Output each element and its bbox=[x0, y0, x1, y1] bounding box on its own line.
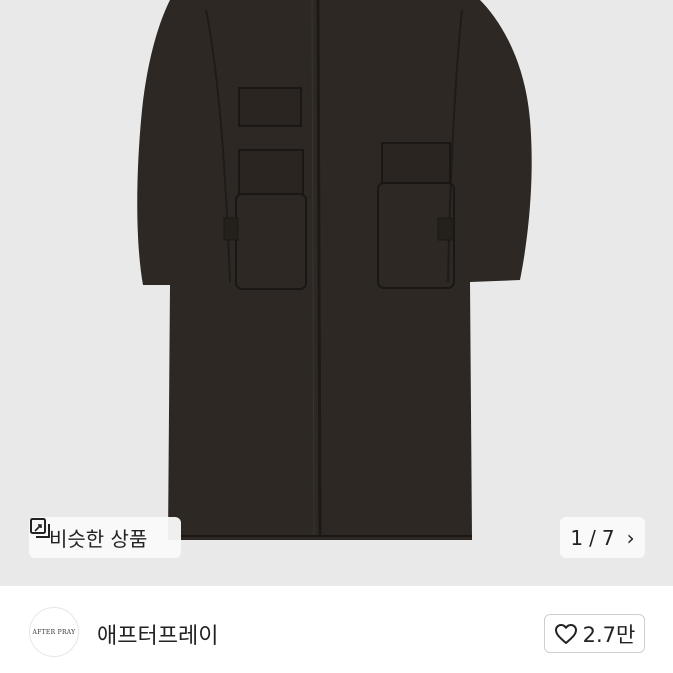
counter-separator: / bbox=[589, 525, 596, 550]
like-button[interactable]: 2.7만 bbox=[544, 614, 645, 653]
chevron-right-icon: › bbox=[626, 525, 635, 550]
photo-counter-button[interactable]: 1 / 7 › bbox=[560, 517, 645, 558]
similar-items-button[interactable]: 비슷한 상품 bbox=[29, 517, 181, 558]
current-photo-index: 1 bbox=[570, 525, 584, 550]
similar-items-label: 비슷한 상품 bbox=[49, 527, 148, 551]
seller-name[interactable]: 애프터프레이 bbox=[97, 618, 218, 650]
total-photo-count: 7 bbox=[601, 525, 615, 550]
seller-bar: AFTER PRAY 애프터프레이 2.7만 bbox=[0, 586, 673, 673]
like-count: 2.7만 bbox=[582, 622, 636, 647]
heart-icon bbox=[554, 623, 578, 645]
seller-avatar[interactable]: AFTER PRAY bbox=[29, 607, 79, 657]
product-photo[interactable]: 비슷한 상품 1 / 7 › bbox=[0, 0, 673, 586]
coat-image bbox=[137, 0, 532, 540]
seller-logo: AFTER PRAY bbox=[32, 628, 76, 636]
